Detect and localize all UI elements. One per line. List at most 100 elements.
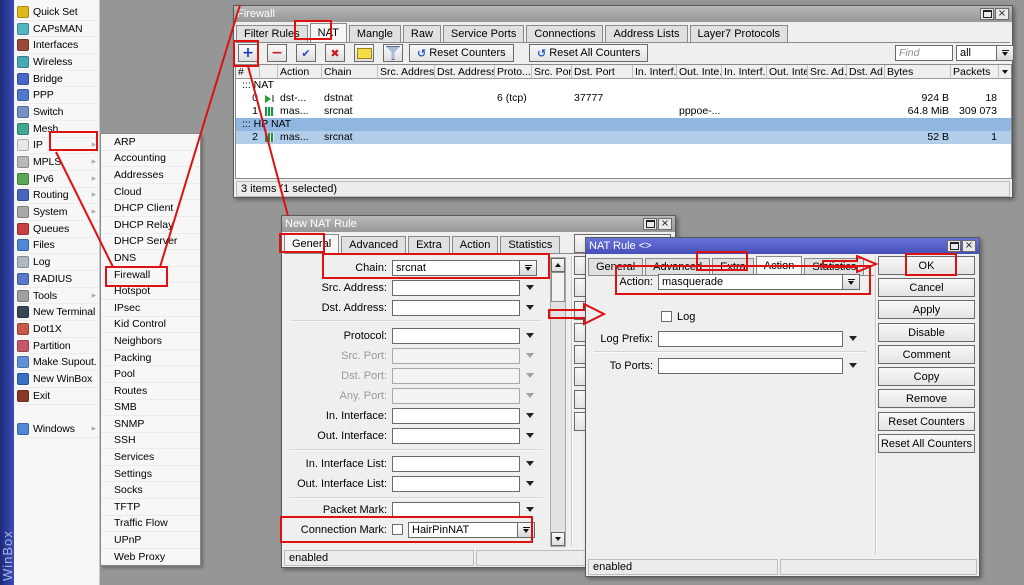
submenu-item-hotspot[interactable]: Hotspot bbox=[101, 283, 200, 300]
column-header-dst-address[interactable]: Dst. Address bbox=[435, 65, 495, 79]
field-input[interactable] bbox=[392, 408, 520, 424]
tab-general[interactable]: General bbox=[284, 234, 339, 253]
form-scrollbar[interactable] bbox=[550, 257, 566, 547]
reset-counters-button[interactable]: ↺Reset Counters bbox=[409, 44, 514, 62]
sidebar-item-interfaces[interactable]: Interfaces bbox=[14, 37, 99, 54]
submenu-item-ssh[interactable]: SSH bbox=[101, 433, 200, 450]
sidebar-item-quick-set[interactable]: Quick Set bbox=[14, 4, 99, 21]
dropdown-icon[interactable] bbox=[997, 45, 1014, 61]
disable-button[interactable]: Disable bbox=[878, 323, 975, 342]
comment-button[interactable] bbox=[354, 44, 374, 62]
submenu-item-addresses[interactable]: Addresses bbox=[101, 167, 200, 184]
sidebar-item-wireless[interactable]: Wireless bbox=[14, 54, 99, 71]
sidebar-item-routing[interactable]: Routing▸ bbox=[14, 188, 99, 205]
submenu-item-settings[interactable]: Settings bbox=[101, 466, 200, 483]
close-icon[interactable]: × bbox=[658, 218, 672, 230]
sidebar-item-make-supout-rif[interactable]: Make Supout.rif bbox=[14, 354, 99, 371]
column-header-action[interactable]: Action bbox=[278, 65, 322, 79]
column-header-icon[interactable] bbox=[260, 65, 278, 79]
submenu-item-upnp[interactable]: UPnP bbox=[101, 532, 200, 549]
column-header-src-port[interactable]: Src. Port bbox=[532, 65, 572, 79]
submenu-item-cloud[interactable]: Cloud bbox=[101, 184, 200, 201]
scroll-down-icon[interactable] bbox=[551, 532, 565, 546]
dropdown-icon[interactable] bbox=[526, 481, 534, 486]
submenu-item-services[interactable]: Services bbox=[101, 449, 200, 466]
sidebar-item-exit[interactable]: Exit bbox=[14, 388, 99, 405]
field-input[interactable] bbox=[392, 502, 520, 518]
dropdown-icon[interactable] bbox=[526, 507, 534, 512]
tab-service-ports[interactable]: Service Ports bbox=[443, 25, 524, 42]
submenu-item-tftp[interactable]: TFTP bbox=[101, 499, 200, 516]
combo-button[interactable] bbox=[518, 522, 535, 538]
submenu-item-dhcp-client[interactable]: DHCP Client bbox=[101, 200, 200, 217]
action-input[interactable]: masquerade bbox=[658, 274, 843, 290]
scroll-up-icon[interactable] bbox=[551, 258, 565, 272]
sidebar-item-ipv6[interactable]: IPv6▸ bbox=[14, 171, 99, 188]
sidebar-item-capsman[interactable]: CAPsMAN bbox=[14, 21, 99, 38]
tab-nat[interactable]: NAT bbox=[310, 23, 347, 42]
submenu-item-dns[interactable]: DNS bbox=[101, 250, 200, 267]
submenu-item-kid-control[interactable]: Kid Control bbox=[101, 317, 200, 334]
dropdown-icon[interactable] bbox=[526, 461, 534, 466]
table-row[interactable]: 0dst-...dstnat6 (tcp)37777924 B18 bbox=[236, 92, 1012, 105]
column-header-chain[interactable]: Chain bbox=[322, 65, 378, 79]
submenu-item-socks[interactable]: Socks bbox=[101, 482, 200, 499]
tab-action[interactable]: Action bbox=[452, 236, 499, 253]
remove-button[interactable]: Remove bbox=[878, 389, 975, 408]
submenu-item-accounting[interactable]: Accounting bbox=[101, 151, 200, 168]
dropdown-icon[interactable] bbox=[526, 413, 534, 418]
field-input[interactable] bbox=[392, 348, 520, 364]
field-input[interactable] bbox=[392, 388, 520, 404]
filter-button[interactable] bbox=[383, 44, 403, 62]
ok-button[interactable]: OK bbox=[878, 256, 975, 275]
column-select-button[interactable] bbox=[999, 65, 1012, 79]
submenu-item-routes[interactable]: Routes bbox=[101, 383, 200, 400]
tab-mangle[interactable]: Mangle bbox=[349, 25, 401, 42]
sidebar-item-switch[interactable]: Switch bbox=[14, 104, 99, 121]
tab-raw[interactable]: Raw bbox=[403, 25, 441, 42]
column-header-in-interf[interactable]: In. Interf... bbox=[633, 65, 677, 79]
sidebar-item-ip[interactable]: IP▸ bbox=[14, 138, 99, 155]
field-input[interactable] bbox=[392, 476, 520, 492]
field-input[interactable] bbox=[392, 456, 520, 472]
sidebar-item-radius[interactable]: RADIUS bbox=[14, 271, 99, 288]
column-header-bytes[interactable]: Bytes bbox=[885, 65, 951, 79]
reset-all-counters-button[interactable]: ↺Reset All Counters bbox=[529, 44, 648, 62]
tab-advanced[interactable]: Advanced bbox=[341, 236, 406, 253]
column-header-in-interf[interactable]: In. Interf... bbox=[722, 65, 767, 79]
sidebar-item-partition[interactable]: Partition bbox=[14, 338, 99, 355]
dropdown-icon[interactable] bbox=[526, 305, 534, 310]
submenu-item-dhcp-server[interactable]: DHCP Server bbox=[101, 234, 200, 251]
disable-button[interactable]: ✖ bbox=[325, 44, 345, 62]
log-checkbox[interactable] bbox=[661, 311, 672, 322]
nat-rule-titlebar[interactable]: NAT Rule <> × bbox=[586, 238, 979, 254]
submenu-item-snmp[interactable]: SNMP bbox=[101, 416, 200, 433]
dropdown-icon[interactable] bbox=[526, 433, 534, 438]
add-button[interactable]: + bbox=[238, 44, 258, 62]
sidebar-item-bridge[interactable]: Bridge bbox=[14, 71, 99, 88]
remove-button[interactable]: − bbox=[267, 44, 287, 62]
sidebar-item-queues[interactable]: Queues bbox=[14, 221, 99, 238]
column-header-src-address[interactable]: Src. Address bbox=[378, 65, 435, 79]
reset-counters-button[interactable]: Reset Counters bbox=[878, 412, 975, 431]
combo-button[interactable] bbox=[843, 274, 860, 290]
field-input[interactable] bbox=[392, 328, 520, 344]
dropdown-icon[interactable] bbox=[526, 353, 534, 358]
column-header-proto[interactable]: Proto... bbox=[495, 65, 532, 79]
sidebar-item-files[interactable]: Files bbox=[14, 238, 99, 255]
to-ports-input[interactable] bbox=[658, 358, 843, 374]
reset-all-counters-button[interactable]: Reset All Counters bbox=[878, 434, 975, 453]
connection-mark-checkbox[interactable] bbox=[392, 524, 403, 535]
apply-button[interactable]: Apply bbox=[878, 300, 975, 319]
submenu-item-firewall[interactable]: Firewall bbox=[101, 267, 200, 284]
field-input[interactable]: srcnat bbox=[392, 260, 520, 276]
dropdown-icon[interactable] bbox=[526, 393, 534, 398]
enable-button[interactable]: ✔ bbox=[296, 44, 316, 62]
column-header-dst-ad[interactable]: Dst. Ad... bbox=[847, 65, 885, 79]
copy-button[interactable]: Copy bbox=[878, 367, 975, 386]
close-icon[interactable]: × bbox=[962, 240, 976, 252]
sidebar-item-mesh[interactable]: Mesh bbox=[14, 121, 99, 138]
sidebar-item-system[interactable]: System▸ bbox=[14, 204, 99, 221]
maximize-icon[interactable] bbox=[980, 8, 994, 20]
column-header-packets[interactable]: Packets bbox=[951, 65, 999, 79]
